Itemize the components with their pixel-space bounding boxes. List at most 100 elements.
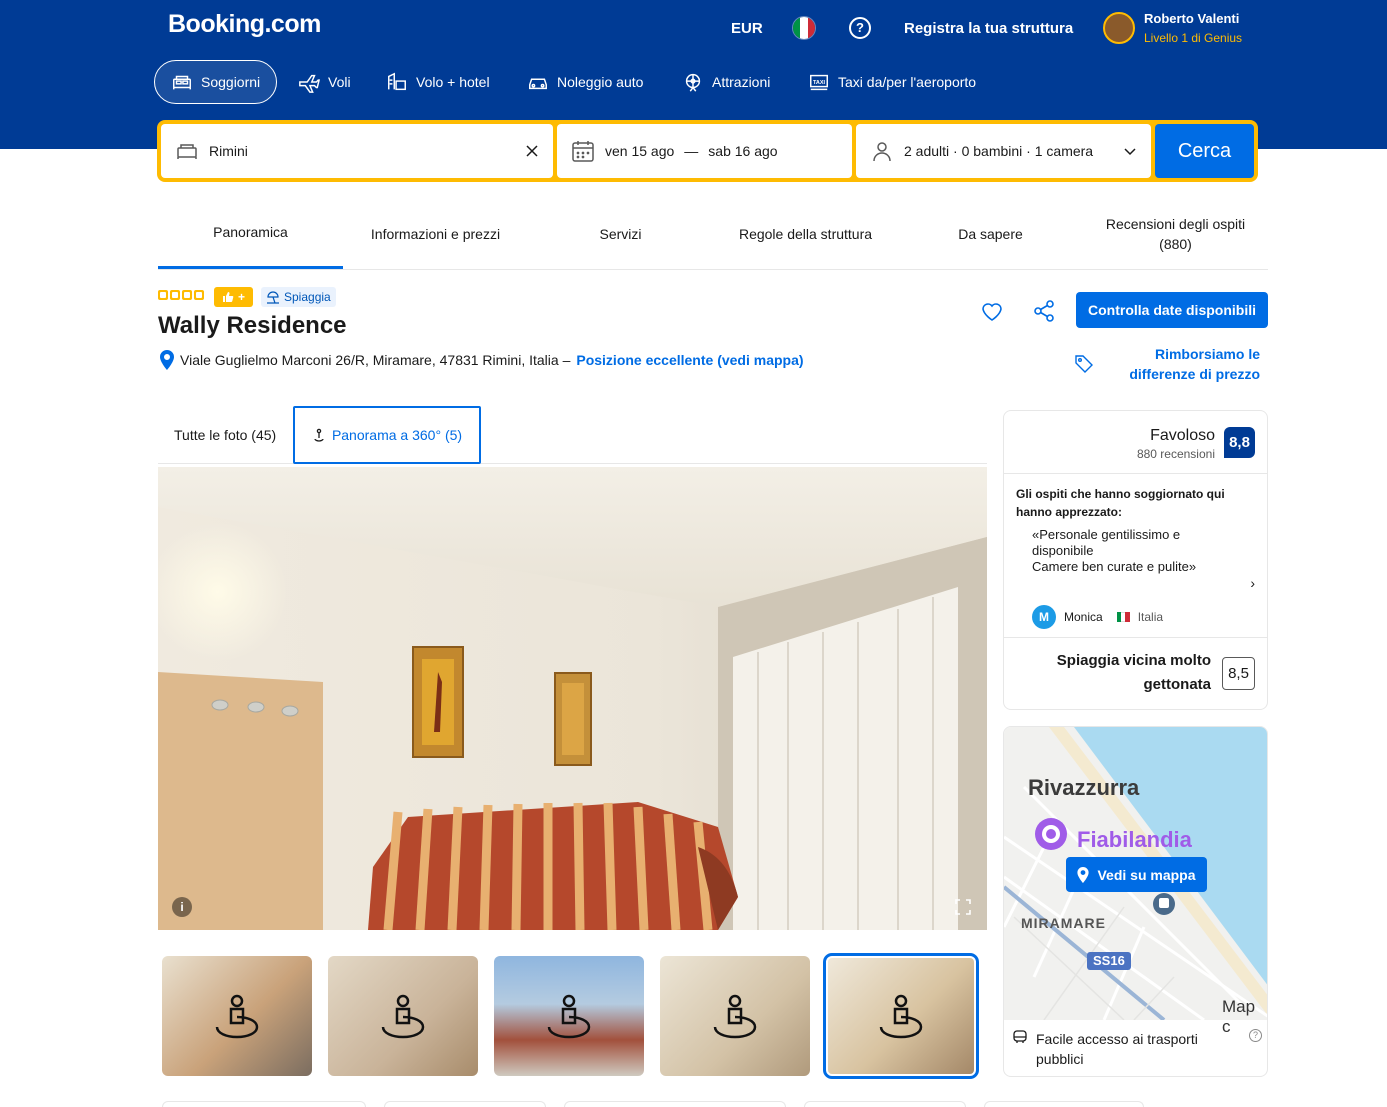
view-on-map-button[interactable]: Vedi su mappa (1066, 857, 1207, 892)
price-match-link[interactable]: Rimborsiamo le differenze di prezzo (1110, 344, 1260, 384)
panorama-360-icon (381, 994, 425, 1039)
tab-overview[interactable]: Panoramica (158, 198, 343, 269)
preferred-plus-badge[interactable]: + (214, 287, 253, 307)
feature-card (564, 1101, 786, 1107)
chevron-down-icon[interactable] (1123, 144, 1137, 158)
user-name[interactable]: Roberto Valenti (1144, 11, 1239, 26)
panorama-thumbnail[interactable] (328, 956, 478, 1076)
nav-label: Attrazioni (712, 74, 771, 90)
search-bar: Rimini ven 15 ago — sab 16 ago 2 adulti … (157, 120, 1258, 182)
guests-value[interactable]: 2 adulti · 0 bambini · 1 camera (904, 143, 1113, 159)
review-score-header[interactable]: Favoloso 880 recensioni 8,8 (1004, 411, 1267, 474)
property-address: Viale Guglielmo Marconi 26/R, Miramare, … (160, 350, 804, 370)
review-score-label: Favoloso (1150, 427, 1215, 444)
star-icon (194, 290, 204, 300)
review-count: 880 recensioni (1136, 447, 1215, 461)
tab-info-prices[interactable]: Informazioni e prezzi (343, 198, 528, 269)
checkout-date[interactable]: sab 16 ago (708, 143, 777, 159)
photo-tabs: Tutte le foto (45) Panorama a 360° (5) (158, 406, 987, 464)
tab-fine-print[interactable]: Da sapere (898, 198, 1083, 269)
clear-icon[interactable] (525, 144, 539, 158)
beach-rating-score: 8,5 (1222, 657, 1255, 690)
destination-value[interactable]: Rimini (209, 143, 515, 159)
panorama-viewer[interactable]: i (158, 467, 987, 930)
feature-card (162, 1101, 366, 1107)
next-review-icon[interactable]: › (1250, 575, 1255, 591)
public-transport-highlight: Facile accesso ai trasporti pubblici ? (1012, 1029, 1262, 1069)
reviewer-country: Italia (1137, 610, 1164, 624)
car-icon (529, 78, 547, 90)
currency-selector[interactable]: EUR (731, 20, 763, 37)
destination-field[interactable]: Rimini (161, 124, 553, 178)
nav-flight-hotel[interactable]: Volo + hotel (370, 60, 506, 104)
bus-icon (1013, 1030, 1027, 1043)
booking-logo[interactable]: Booking.com (168, 10, 321, 39)
nav-label: Volo + hotel (416, 74, 490, 90)
search-button[interactable]: Cerca (1155, 124, 1254, 178)
checkin-date[interactable]: ven 15 ago (605, 143, 674, 159)
property-name: Wally Residence (158, 312, 347, 339)
guests-liked-heading: Gli ospiti che hanno soggiornato qui han… (1016, 487, 1225, 519)
nav-car-rental[interactable]: Noleggio auto (511, 60, 659, 104)
svg-text:TAXI: TAXI (813, 80, 826, 86)
star-rating (158, 290, 204, 300)
panorama-tab-label: Panorama a 360° (5) (331, 427, 463, 443)
reviewer-avatar: M (1032, 605, 1056, 629)
divider (1004, 637, 1267, 638)
tab-panorama-360[interactable]: Panorama a 360° (5) (293, 406, 481, 464)
italy-flag-icon (1116, 612, 1130, 622)
location-pin-icon (160, 350, 174, 370)
nav-attractions[interactable]: Attrazioni (666, 60, 786, 104)
map-card: Rivazzurra Fiabilandia MIRAMARE SS16 Map… (1003, 726, 1268, 1077)
fullscreen-icon[interactable] (955, 899, 971, 915)
tab-facilities[interactable]: Servizi (528, 198, 713, 269)
dates-field[interactable]: ven 15 ago — sab 16 ago (557, 124, 852, 178)
map-label-rivazzurra: Rivazzurra (1028, 775, 1140, 800)
panorama-thumbnail[interactable] (162, 956, 312, 1076)
help-icon[interactable]: ? (849, 17, 871, 39)
user-avatar[interactable] (1103, 12, 1135, 44)
heart-icon[interactable] (980, 299, 1004, 323)
info-icon[interactable]: i (172, 897, 192, 917)
map-label-miramare: MIRAMARE (1021, 915, 1106, 931)
view-on-map-label: Vedi su mappa (1097, 866, 1196, 883)
reviewer-info: M Monica Italia (1032, 605, 1163, 629)
panorama-360-icon (713, 994, 757, 1039)
panorama-360-icon (547, 994, 591, 1039)
tab-house-rules[interactable]: Regole della struttura (713, 198, 898, 269)
info-icon[interactable]: ? (1249, 1029, 1262, 1042)
panorama-thumbnail[interactable] (660, 956, 810, 1076)
tab-all-photos[interactable]: Tutte le foto (45) (174, 406, 276, 464)
feature-card (984, 1101, 1144, 1107)
language-flag-icon[interactable] (792, 16, 816, 40)
date-separator: — (684, 143, 699, 159)
list-property-link[interactable]: Registra la tua struttura (904, 20, 1073, 37)
share-icon[interactable] (1032, 299, 1056, 323)
nav-label: Taxi da/per l'aeroporto (838, 74, 977, 90)
panorama-thumbnail[interactable] (494, 956, 644, 1076)
review-score-card: Favoloso 880 recensioni 8,8 Gli ospiti c… (1003, 410, 1268, 710)
review-score-badge: 8,8 (1224, 427, 1255, 458)
tab-guest-reviews[interactable]: Recensioni degli ospiti (880) (1083, 198, 1268, 269)
check-availability-button[interactable]: Controlla date disponibili (1076, 292, 1268, 328)
feature-card (804, 1101, 966, 1107)
beach-rating-label: Spiaggia vicina molto gettonata (1056, 652, 1211, 693)
panorama-icon (314, 428, 324, 442)
nav-airport-taxi[interactable]: TAXI Taxi da/per l'aeroporto (792, 60, 992, 104)
map-label-fiabilandia: Fiabilandia (1077, 827, 1192, 852)
nav-flights[interactable]: Voli (282, 60, 367, 104)
panorama-360-icon (215, 994, 259, 1039)
nav-label: Noleggio auto (557, 74, 644, 90)
location-map-link[interactable]: Posizione eccellente (vedi mappa) (576, 352, 803, 368)
calendar-icon (572, 141, 594, 162)
panorama-thumbnail-selected[interactable] (823, 953, 979, 1079)
address-text: Viale Guglielmo Marconi 26/R, Miramare, … (180, 352, 571, 368)
beach-badge[interactable]: Spiaggia (261, 287, 336, 307)
guests-field[interactable]: 2 adulti · 0 bambini · 1 camera (856, 124, 1151, 178)
star-icon (182, 290, 192, 300)
plane-icon (299, 74, 320, 93)
room-panorama-image[interactable] (158, 467, 987, 930)
attractions-icon (685, 73, 701, 92)
nav-stays[interactable]: Soggiorni (154, 60, 278, 104)
nav-label: Soggiorni (201, 74, 261, 90)
